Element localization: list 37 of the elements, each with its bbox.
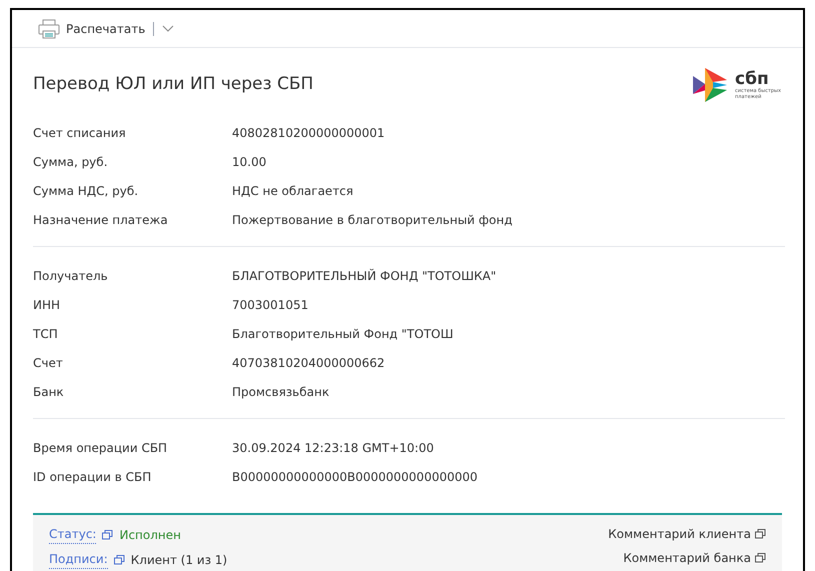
popup-icon[interactable] <box>114 554 125 564</box>
field-value: Благотворительный Фонд "ТОТОШ <box>232 326 454 342</box>
field-label: ИНН <box>33 296 62 314</box>
status-value: Исполнен <box>119 526 181 544</box>
signatures-link[interactable]: Подписи: <box>49 550 108 569</box>
field-label: Получатель <box>33 268 109 284</box>
field-value: 40703810204000000662 <box>232 354 385 372</box>
popup-icon[interactable] <box>755 553 766 563</box>
page-title: Перевод ЮЛ или ИП через СБП <box>33 73 314 96</box>
bank-comment-label: Комментарий банка <box>623 550 751 567</box>
field-value: НДС не облагается <box>232 182 354 200</box>
popup-icon[interactable] <box>102 530 114 540</box>
field-value: 40802810200000000001 <box>232 124 385 142</box>
field-label: Назначение платежа <box>33 212 169 228</box>
field-value: БЛАГОТВОРИТЕЛЬНЫЙ ФОНД "ТОТОШКА" <box>232 268 496 284</box>
printer-icon <box>38 18 60 38</box>
field-value: 30.09.2024 12:23:18 GMT+10:00 <box>232 440 434 456</box>
client-comment-label: Комментарий клиента <box>608 526 751 543</box>
field-value: Промсвязьбанк <box>232 384 330 400</box>
field-label: ТСП <box>33 326 59 342</box>
status-link[interactable]: Статус: <box>49 525 96 544</box>
field-value: Пожертвование в благотворительный фонд <box>232 212 512 228</box>
field-value: B00000000000000B0000000000000000 <box>232 468 478 486</box>
field-label: Счет списания <box>33 124 127 142</box>
field-label: Счет <box>33 354 64 372</box>
field-value: 7003001051 <box>232 296 308 314</box>
chevron-down-icon <box>162 24 174 32</box>
signatures-value: Клиент (1 из 1) <box>130 552 228 568</box>
field-label: Сумма НДС, руб. <box>33 182 140 200</box>
field-label: Сумма, руб. <box>33 154 109 170</box>
field-label: ID операции в СБП <box>33 468 152 486</box>
logo-wordmark: сбп <box>735 70 769 88</box>
field-label: Банк <box>33 384 65 400</box>
print-button[interactable]: Распечатать <box>38 18 146 38</box>
field-value: 10.00 <box>232 154 266 170</box>
popup-icon[interactable] <box>755 529 766 539</box>
field-label: Время операции СБП <box>33 440 168 456</box>
